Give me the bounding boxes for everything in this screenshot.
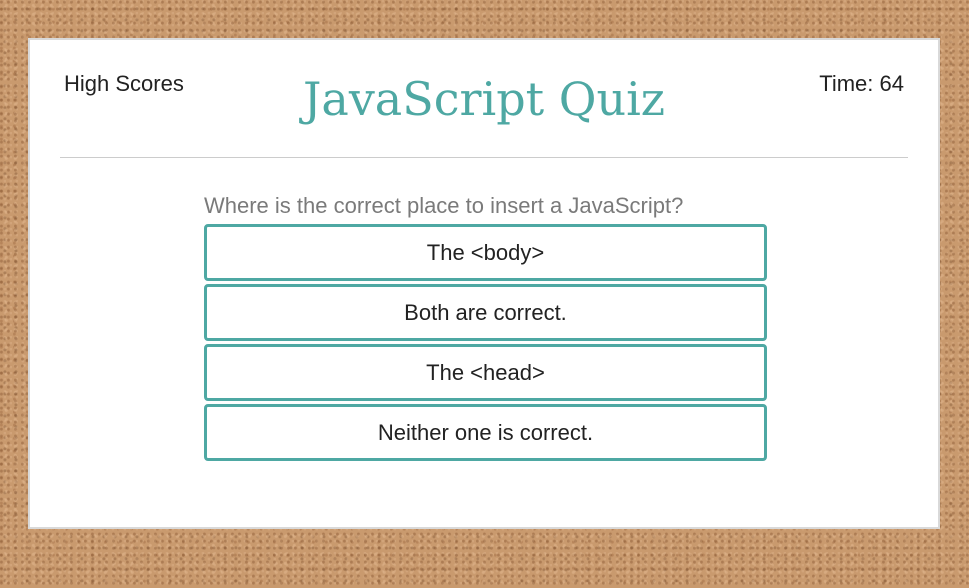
page-title: JavaScript Quiz	[302, 72, 666, 126]
quiz-card: High Scores JavaScript Quiz Time: 64 Whe…	[28, 38, 940, 529]
answer-button-3[interactable]: The <head>	[204, 344, 767, 401]
answer-button-2[interactable]: Both are correct.	[204, 284, 767, 341]
timer-display: Time: 64	[819, 71, 904, 96]
answer-button-1[interactable]: The <body>	[204, 224, 767, 281]
quiz-section: Where is the correct place to insert a J…	[204, 193, 767, 464]
question-text: Where is the correct place to insert a J…	[204, 193, 684, 218]
header-divider	[60, 157, 908, 158]
answer-button-4[interactable]: Neither one is correct.	[204, 404, 767, 461]
